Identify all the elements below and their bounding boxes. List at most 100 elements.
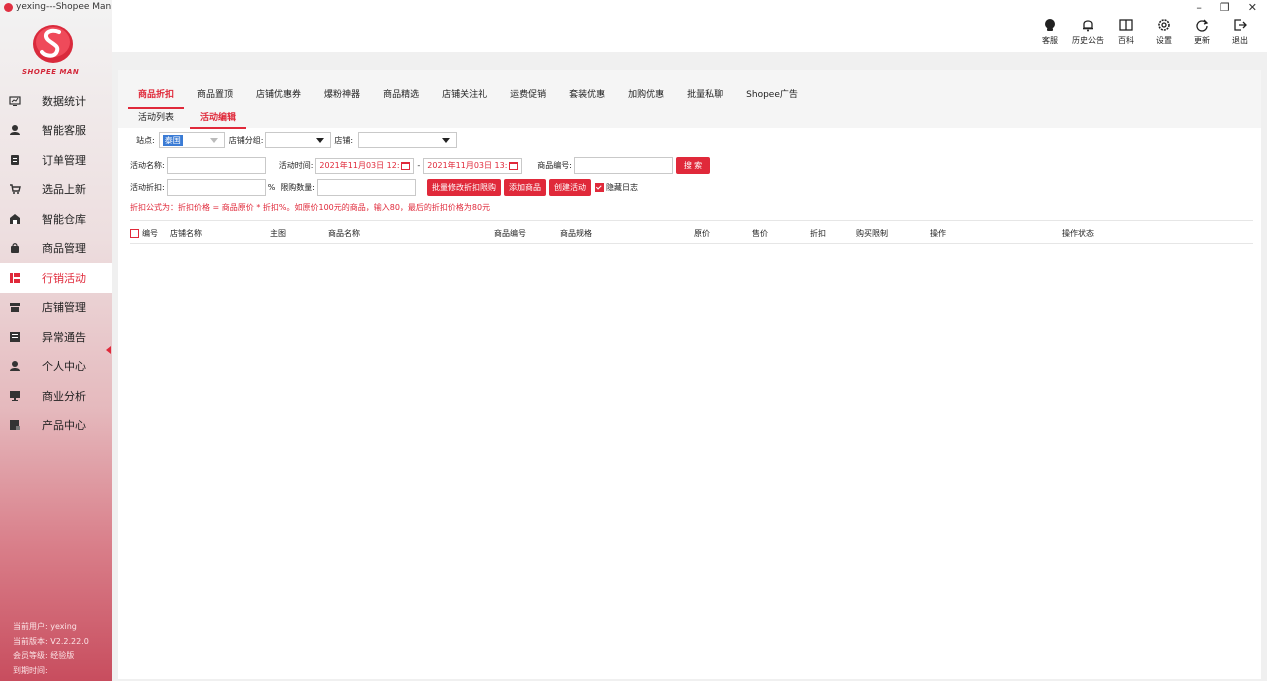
tab-6[interactable]: 运费促销: [500, 80, 556, 109]
select-all-checkbox[interactable]: [130, 229, 139, 238]
sidebar-item-9[interactable]: 个人中心: [0, 352, 112, 382]
analysis-icon: [9, 390, 21, 402]
shop-group-select[interactable]: [265, 132, 332, 148]
column-header-label: 操作: [930, 229, 946, 238]
tab-1[interactable]: 商品置顶: [187, 80, 243, 109]
tab-3[interactable]: 爆粉神器: [314, 80, 370, 109]
app-title-text: yexing---Shopee Man: [16, 2, 112, 12]
sidebar-item-10[interactable]: 商业分析: [0, 381, 112, 411]
tab-10[interactable]: Shopee广告: [736, 80, 808, 109]
sidebar-item-label: 选品上新: [42, 183, 86, 197]
sidebar-item-label: 个人中心: [42, 360, 86, 374]
chevron-down-icon: [316, 137, 325, 143]
tab-4[interactable]: 商品精选: [373, 80, 429, 109]
refresh-icon: [1196, 19, 1209, 32]
bag-icon: [9, 242, 21, 254]
sidebar-item-7[interactable]: 店铺管理: [0, 293, 112, 323]
tab-9[interactable]: 批量私聊: [677, 80, 733, 109]
toolbar: 客服 历史公告 百科 设置 更新 退出: [1031, 18, 1259, 46]
sidebar-item-label: 数据统计: [42, 94, 86, 108]
activity-name-input[interactable]: [166, 157, 266, 174]
subtab-0[interactable]: 活动列表: [128, 106, 184, 129]
site-label: 站点:: [136, 135, 155, 145]
toolbar-button-2[interactable]: 百科: [1107, 18, 1145, 46]
collapse-sidebar-icon[interactable]: [106, 346, 111, 354]
column-header-label: 商品编号: [494, 229, 526, 238]
sidebar-item-3[interactable]: 选品上新: [0, 175, 112, 205]
tab-2[interactable]: 店铺优惠券: [246, 80, 311, 109]
chart-icon: [9, 95, 21, 107]
date-range-dash: -: [417, 161, 421, 170]
search-button[interactable]: 搜 索: [676, 157, 710, 174]
subtab-1[interactable]: 活动编辑: [190, 106, 247, 129]
toolbar-label: 设置: [1156, 36, 1172, 45]
app-title: yexing---Shopee Man: [4, 2, 111, 12]
close-icon[interactable]: ✕: [1248, 1, 1257, 14]
hide-log-label: 隐藏日志: [606, 183, 639, 192]
batch-edit-button[interactable]: 批量修改折扣限购: [427, 179, 502, 196]
toolbar-button-5[interactable]: 退出: [1221, 18, 1259, 46]
create-activity-button[interactable]: 创建活动: [549, 179, 592, 196]
order-icon: [9, 154, 21, 166]
sidebar-item-2[interactable]: 订单管理: [0, 145, 112, 175]
logo-text: SHOPEE MAN: [22, 68, 80, 76]
sidebar-item-6[interactable]: 行销活动: [0, 263, 112, 293]
sidebar-item-8[interactable]: 异常通告: [0, 322, 112, 352]
minimize-icon[interactable]: –: [1196, 1, 1202, 14]
user-label: 当前用户:: [13, 622, 48, 631]
sidebar-item-1[interactable]: 智能客服: [0, 116, 112, 146]
column-header-label: 购买限制: [856, 229, 888, 238]
shop-select[interactable]: [358, 132, 458, 148]
marketing-icon: [9, 272, 21, 284]
sidebar-item-11[interactable]: 产品中心: [0, 411, 112, 441]
calendar-icon: [509, 161, 519, 170]
column-header-label: 商品规格: [560, 229, 592, 238]
column-header: 原价: [694, 228, 710, 239]
toolbar-button-3[interactable]: 设置: [1145, 18, 1183, 46]
hide-log-checkbox[interactable]: [595, 183, 605, 192]
column-header: 主图: [270, 228, 286, 239]
site-value: 泰国: [162, 134, 183, 146]
toolbar-label: 历史公告: [1072, 36, 1104, 45]
discount-input[interactable]: [166, 179, 266, 196]
column-header-label: 折扣: [810, 229, 826, 238]
column-header-label: 操作状态: [1062, 229, 1094, 238]
sidebar-item-label: 产品中心: [42, 419, 86, 433]
column-header: 商品名称: [328, 228, 360, 239]
tab-5[interactable]: 店铺关注礼: [432, 80, 497, 109]
tab-8[interactable]: 加购优惠: [618, 80, 674, 109]
bell-icon: [1083, 20, 1093, 32]
column-header: 商品规格: [560, 228, 592, 239]
main-tabs: 商品折扣 商品置顶 店铺优惠券 爆粉神器 商品精选 店铺关注礼 运费促销 套装优惠 加购优惠 批量…: [128, 80, 811, 109]
sidebar-item-0[interactable]: 数据统计: [0, 86, 112, 116]
product-icon: [9, 419, 21, 431]
toolbar-label: 退出: [1232, 36, 1248, 45]
top-bar: – ❐ ✕ 客服 历史公告 百科 设置 更新 退出: [112, 0, 1267, 52]
toolbar-button-1[interactable]: 历史公告: [1069, 18, 1107, 46]
tab-0[interactable]: 商品折扣: [128, 80, 185, 109]
add-product-button[interactable]: 添加商品: [504, 179, 547, 196]
toolbar-button-0[interactable]: 客服: [1031, 18, 1069, 46]
site-select[interactable]: 泰国: [158, 132, 225, 148]
activity-name-label: 活动名称:: [130, 161, 165, 170]
level-value: 经验版: [50, 651, 75, 660]
sidebar-item-label: 异常通告: [42, 330, 86, 344]
sidebar-nav: 数据统计智能客服订单管理选品上新智能仓库商品管理 行销活动店铺管理异常通告个人中心…: [0, 86, 112, 440]
chevron-down-icon: [442, 137, 451, 143]
start-date-picker[interactable]: 2021年11月03日 12:: [315, 157, 415, 174]
sidebar-item-label: 订单管理: [42, 153, 86, 167]
purchase-limit-input[interactable]: [317, 179, 417, 196]
end-date-picker[interactable]: 2021年11月03日 13:: [423, 157, 523, 174]
shop-group-label: 店铺分组:: [228, 135, 264, 145]
restore-icon[interactable]: ❐: [1220, 1, 1230, 14]
toolbar-button-4[interactable]: 更新: [1183, 18, 1221, 46]
sub-tabs: 活动列表 活动编辑: [128, 106, 252, 129]
purchase-limit-label: 限购数量:: [280, 183, 316, 192]
sidebar-item-5[interactable]: 商品管理: [0, 234, 112, 264]
tab-7[interactable]: 套装优惠: [559, 80, 615, 109]
sidebar-item-label: 店铺管理: [42, 301, 86, 315]
sidebar-item-4[interactable]: 智能仓库: [0, 204, 112, 234]
activity-time-label: 活动时间:: [278, 161, 314, 170]
product-code-input[interactable]: [574, 157, 673, 174]
sidebar-item-label: 智能仓库: [42, 212, 86, 226]
